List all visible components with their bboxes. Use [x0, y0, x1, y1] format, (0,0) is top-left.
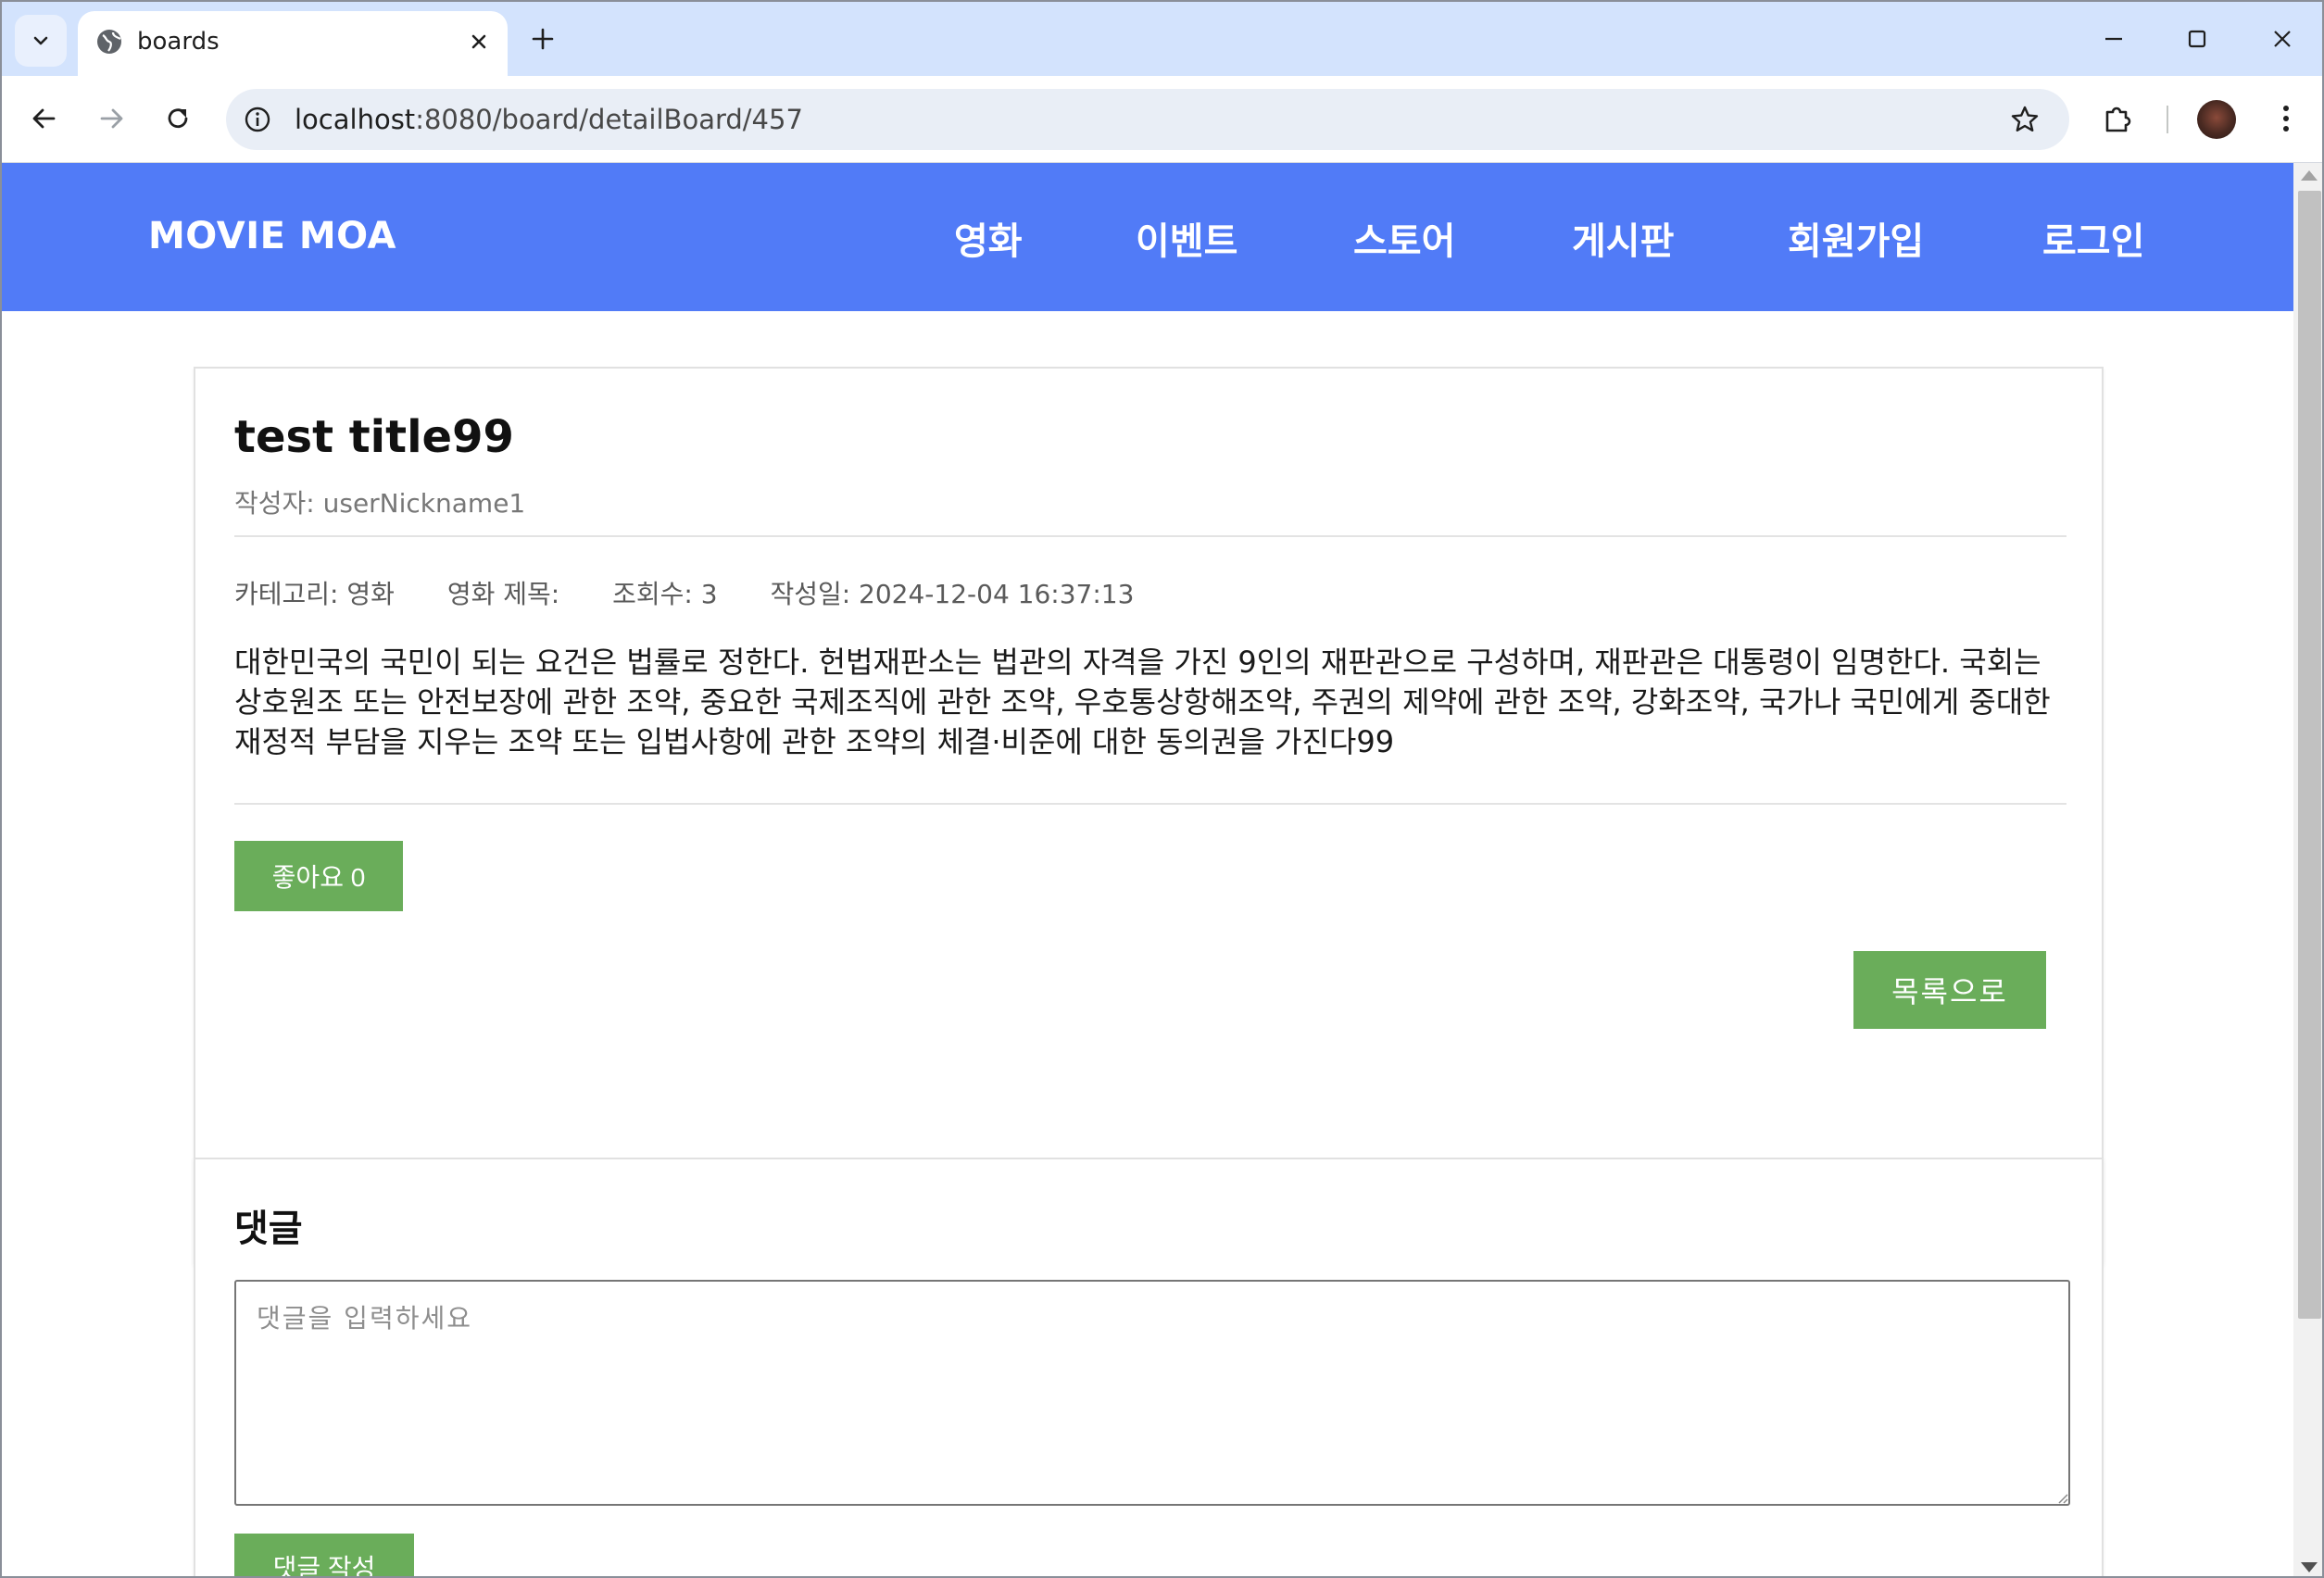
divider — [234, 803, 2066, 805]
window-close-icon[interactable] — [2264, 20, 2301, 57]
url-path: :8080/board/detailBoard/457 — [415, 104, 803, 135]
scroll-down-arrow-icon[interactable] — [2301, 1562, 2318, 1572]
extensions-icon[interactable] — [2099, 98, 2138, 137]
comment-input[interactable] — [234, 1280, 2070, 1506]
post-card: test title99 작성자: userNickname1 카테고리: 영화… — [194, 367, 2104, 1264]
toolbar-divider — [2167, 106, 2168, 133]
nav-login[interactable]: 로그인 — [2042, 211, 2144, 265]
maximize-icon[interactable] — [2179, 20, 2216, 57]
new-tab-icon[interactable] — [526, 22, 559, 56]
post-author: 작성자: userNickname1 — [234, 488, 526, 519]
main-nav: 영화 이벤트 스토어 게시판 회원가입 로그인 — [2, 211, 2293, 267]
post-meta: 카테고리: 영화 영화 제목: 조회수: 3 작성일: 2024-12-04 1… — [234, 574, 1178, 611]
site-header: MOVIE MOA 영화 이벤트 스토어 게시판 회원가입 로그인 — [2, 163, 2293, 311]
tab-title: boards — [137, 28, 220, 56]
divider — [234, 535, 2066, 537]
url-text: localhost:8080/board/detailBoard/457 — [295, 104, 803, 135]
url-host: localhost — [295, 104, 416, 135]
tab-search-button[interactable] — [15, 15, 67, 67]
post-views: 조회수: 3 — [612, 579, 718, 609]
site-info-icon[interactable] — [243, 105, 272, 134]
browser-toolbar: localhost:8080/board/detailBoard/457 — [2, 76, 2322, 163]
reload-icon[interactable] — [157, 98, 198, 139]
post-title: test title99 — [234, 411, 514, 463]
kebab-menu-icon[interactable] — [2266, 98, 2306, 139]
nav-board[interactable]: 게시판 — [1572, 211, 1674, 265]
minimize-icon[interactable] — [2095, 20, 2132, 57]
bookmark-star-icon[interactable] — [2008, 103, 2041, 136]
comment-submit-button[interactable]: 댓글 작성 — [234, 1534, 414, 1576]
nav-signup[interactable]: 회원가입 — [1788, 211, 1924, 265]
scroll-up-arrow-icon[interactable] — [2301, 170, 2318, 181]
forward-arrow-icon[interactable] — [91, 98, 132, 139]
profile-avatar[interactable] — [2197, 100, 2236, 139]
browser-window: boards localhost:8080/board/detailBoard/… — [0, 0, 2324, 1578]
page-viewport: MOVIE MOA 영화 이벤트 스토어 게시판 회원가입 로그인 test t… — [2, 163, 2293, 1576]
post-category: 카테고리: 영화 — [234, 579, 395, 609]
post-content: 대한민국의 국민이 되는 요건은 법률로 정한다. 헌법재판소는 법관의 자격을… — [234, 645, 2051, 759]
comment-card: 댓글 댓글 작성 — [194, 1158, 2104, 1576]
comment-heading: 댓글 — [234, 1208, 303, 1250]
close-icon[interactable] — [465, 28, 493, 56]
nav-movie[interactable]: 영화 — [954, 211, 1023, 265]
nav-store[interactable]: 스토어 — [1353, 211, 1455, 265]
post-created: 작성일: 2024-12-04 16:37:13 — [770, 579, 1135, 609]
post-movie-title: 영화 제목: — [446, 579, 560, 609]
address-bar[interactable]: localhost:8080/board/detailBoard/457 — [226, 89, 2069, 150]
globe-icon — [97, 30, 121, 54]
vertical-scrollbar[interactable] — [2293, 163, 2322, 1576]
nav-event[interactable]: 이벤트 — [1136, 211, 1237, 265]
scroll-thumb[interactable] — [2298, 191, 2321, 1319]
tab-strip: boards — [2, 2, 2322, 76]
resize-grip-icon[interactable] — [2055, 1491, 2068, 1504]
chevron-down-icon — [33, 36, 48, 45]
back-arrow-icon[interactable] — [24, 98, 65, 139]
back-to-list-button[interactable]: 목록으로 — [1853, 951, 2046, 1029]
browser-tab[interactable]: boards — [78, 11, 508, 76]
like-button[interactable]: 좋아요 0 — [234, 841, 403, 911]
